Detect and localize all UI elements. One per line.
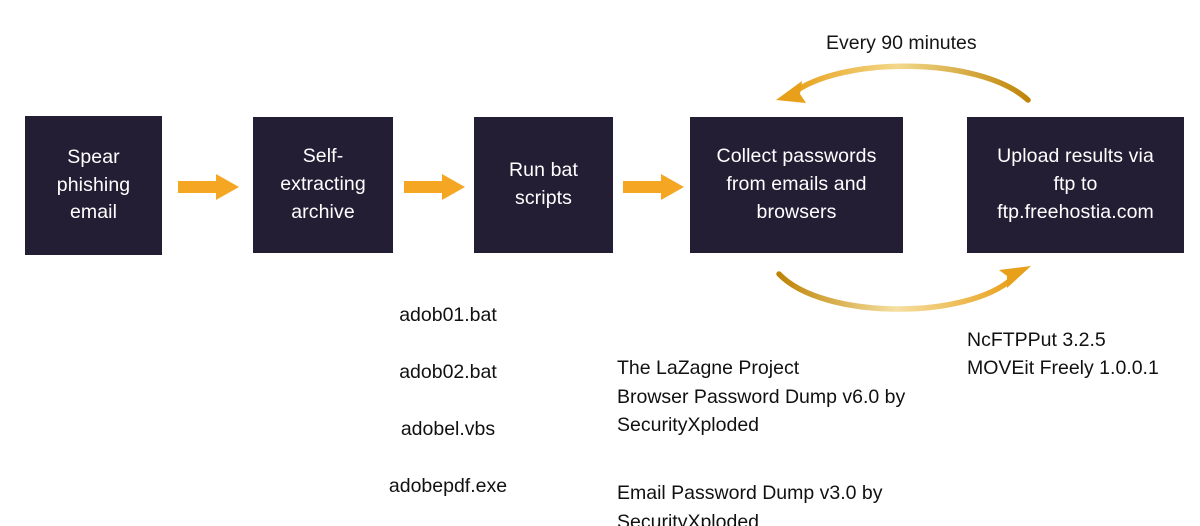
tool-entry: Email Password Dump v3.0 by SecurityXplo… bbox=[617, 482, 883, 526]
process-node-spear-phishing-email: Spear phishing email bbox=[25, 116, 162, 255]
list-item: adob01.bat bbox=[399, 303, 497, 326]
upload-tools-list: NcFTPPut 3.2.5 MOVEit Freely 1.0.0.1 bbox=[967, 329, 1159, 380]
right-arrow-icon bbox=[178, 174, 239, 200]
curved-arrow-left-icon bbox=[776, 63, 1031, 103]
process-node-self-extracting-archive: Self- extracting archive bbox=[253, 117, 393, 253]
node-label: Upload results via ftp to ftp.freehostia… bbox=[997, 145, 1154, 223]
password-dump-tools-list: The LaZagne Project Browser Password Dum… bbox=[617, 326, 957, 526]
right-arrow-icon bbox=[404, 174, 465, 200]
process-node-collect-passwords: Collect passwords from emails and browse… bbox=[690, 117, 903, 253]
process-node-upload-results: Upload results via ftp to ftp.freehostia… bbox=[967, 117, 1184, 253]
list-item: adobepdf.exe bbox=[388, 474, 508, 497]
node-label: Self- extracting archive bbox=[280, 145, 366, 223]
node-label: Run bat scripts bbox=[509, 159, 578, 209]
list-item: adobel.vbs bbox=[400, 417, 496, 440]
process-node-run-bat-scripts: Run bat scripts bbox=[474, 117, 613, 253]
list-item: adob02.bat bbox=[399, 360, 497, 383]
tool-entry: The LaZagne Project Browser Password Dum… bbox=[617, 357, 906, 436]
dropped-files-list: adob01.bat adob02.bat adobel.vbs adobepd… bbox=[348, 272, 548, 526]
diagram-canvas: Spear phishing email Self- extracting ar… bbox=[0, 0, 1200, 526]
loop-interval-label: Every 90 minutes bbox=[826, 32, 977, 54]
curved-arrow-right-icon bbox=[776, 266, 1031, 312]
node-label: Spear phishing email bbox=[56, 145, 131, 224]
node-label: Collect passwords from emails and browse… bbox=[716, 145, 877, 223]
right-arrow-icon bbox=[623, 174, 684, 200]
